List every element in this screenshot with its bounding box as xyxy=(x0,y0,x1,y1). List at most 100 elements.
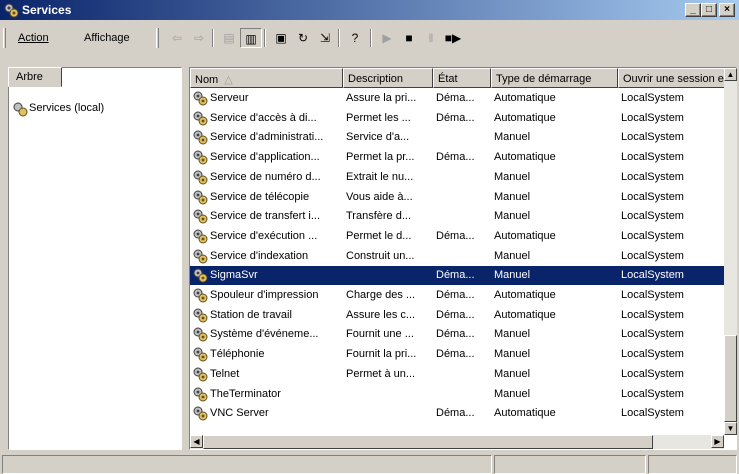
column-header-logon[interactable]: Ouvrir une session en tant que xyxy=(618,68,726,88)
cell-logon: LocalSystem xyxy=(621,407,684,420)
cell-logon: LocalSystem xyxy=(621,170,684,183)
table-row[interactable]: Service d'accès à di... Permet les ... Dém… xyxy=(190,109,726,128)
table-row[interactable]: TheTerminator Manuel LocalSystem xyxy=(190,385,726,404)
cell-desc: Assure la pri... xyxy=(346,92,417,104)
help-icon[interactable]: ? xyxy=(344,28,366,48)
cell-startup: Manuel xyxy=(494,249,531,262)
scroll-left-button[interactable]: ◀ xyxy=(190,435,203,448)
gear-icon xyxy=(13,102,28,117)
table-row[interactable]: SigmaSvr Déma... Manuel LocalSystem xyxy=(190,266,726,286)
menu-action[interactable]: Action xyxy=(18,32,49,44)
cell-startup: Automatique xyxy=(494,111,556,124)
cell-startup: Automatique xyxy=(494,407,556,420)
table-row[interactable]: Service de transfert i... Transfère d... M… xyxy=(190,207,726,226)
menu-view[interactable]: Affichage xyxy=(84,32,130,44)
gear-icon xyxy=(192,405,208,424)
column-header-startup-type[interactable]: Type de démarrage xyxy=(491,68,618,88)
table-row[interactable]: Station de travail Assure les c... Déma...… xyxy=(190,306,726,325)
gear-icon xyxy=(192,326,208,345)
cell-desc: Fournit la pri... xyxy=(346,348,417,361)
cell-desc: Extrait le nu... xyxy=(346,170,414,183)
scroll-down-button[interactable]: ▼ xyxy=(724,422,737,435)
toolbar-separator xyxy=(370,29,372,47)
table-row[interactable]: Service d'application... Permet la pr... D… xyxy=(190,148,726,167)
gear-icon xyxy=(192,267,208,286)
forward-icon[interactable]: ⇨ xyxy=(188,28,210,48)
scroll-right-button[interactable]: ▶ xyxy=(711,435,724,448)
gear-icon xyxy=(192,110,208,129)
minimize-button[interactable]: _ xyxy=(685,3,701,17)
horizontal-scrollbar[interactable]: ◀ ▶ xyxy=(190,435,724,449)
cell-state: Déma... xyxy=(436,289,475,301)
cell-name: Service d'indexation xyxy=(210,249,309,262)
table-row[interactable]: Service de télécopie Vous aide à... Manuel… xyxy=(190,188,726,207)
cell-desc: Construit un... xyxy=(346,249,415,262)
vertical-scroll-thumb[interactable] xyxy=(724,335,737,422)
table-row[interactable]: Spouleur d'impression Charge des ... Déma.… xyxy=(190,286,726,305)
refresh-icon[interactable]: ↻ xyxy=(292,28,314,48)
table-row[interactable]: Système d'événeme... Fournit une ... Déma.… xyxy=(190,325,726,344)
export-icon[interactable]: ⇲ xyxy=(314,28,336,48)
cell-desc: Charge des ... xyxy=(346,289,416,301)
cell-name: Service d'exécution ... xyxy=(210,229,318,242)
tree-pane xyxy=(8,67,182,450)
back-icon[interactable]: ⇦ xyxy=(166,28,188,48)
vertical-scrollbar[interactable]: ▲ ▼ xyxy=(724,68,737,435)
gear-icon xyxy=(192,169,208,188)
show-tree-icon[interactable]: ▥ xyxy=(240,28,262,48)
table-row[interactable]: Téléphonie Fournit la pri... Déma... Manuel… xyxy=(190,345,726,364)
cell-startup: Manuel xyxy=(494,367,531,380)
column-header-description[interactable]: Description xyxy=(343,68,433,88)
cell-logon: LocalSystem xyxy=(621,269,684,282)
maximize-button[interactable]: □ xyxy=(701,3,717,17)
table-row[interactable]: Telnet Permet à un... Manuel LocalSystem xyxy=(190,365,726,384)
cell-startup: Automatique xyxy=(494,151,556,164)
gear-icon xyxy=(192,287,208,306)
services-list[interactable]: Nom △ Description État Type de démarrage … xyxy=(189,67,737,450)
gear-icon xyxy=(192,346,208,365)
cell-state: Déma... xyxy=(436,308,475,321)
cell-name: SigmaSvr xyxy=(210,269,258,282)
toolbar-grip[interactable] xyxy=(3,28,6,48)
up-icon[interactable]: ▤ xyxy=(218,28,240,48)
cell-name: Service d'administrati... xyxy=(210,131,324,144)
restart-icon[interactable]: ■▶ xyxy=(442,28,464,48)
cell-state: Déma... xyxy=(436,407,475,420)
cell-logon: LocalSystem xyxy=(621,289,684,301)
toolbar-grip-2[interactable] xyxy=(156,28,159,48)
tree-item-label: Services (local) xyxy=(29,102,105,114)
title-bar[interactable]: Services _ □ × xyxy=(0,0,739,20)
table-row[interactable]: VNC Server Déma... Automatique LocalSystem xyxy=(190,404,726,423)
column-header-name[interactable]: Nom △ xyxy=(190,68,343,88)
table-row[interactable]: Service d'administrati... Service d'a... M… xyxy=(190,128,726,147)
cell-startup: Manuel xyxy=(494,348,531,361)
properties-icon[interactable]: ▣ xyxy=(270,28,292,48)
table-row[interactable]: Service d'exécution ... Permet le d... Dém… xyxy=(190,227,726,246)
cell-name: Service de numéro d... xyxy=(210,170,321,183)
pause-icon[interactable]: ‖ xyxy=(420,28,442,48)
cell-logon: LocalSystem xyxy=(621,92,684,104)
column-header-state[interactable]: État xyxy=(433,68,491,88)
cell-name: Spouleur d'impression xyxy=(210,289,319,301)
cell-logon: LocalSystem xyxy=(621,348,684,361)
cell-desc: Permet à un... xyxy=(346,367,416,380)
close-button[interactable]: × xyxy=(719,3,735,17)
stop-icon[interactable]: ■ xyxy=(398,28,420,48)
toolbar-separator xyxy=(338,29,340,47)
cell-name: Serveur xyxy=(210,92,249,104)
cell-logon: LocalSystem xyxy=(621,131,684,144)
tab-tree[interactable]: Arbre xyxy=(8,67,62,87)
cell-logon: LocalSystem xyxy=(621,387,684,400)
cell-name: Service de transfert i... xyxy=(210,210,321,223)
cell-startup: Automatique xyxy=(494,308,556,321)
cell-state: Déma... xyxy=(436,92,475,104)
table-row[interactable]: Serveur Assure la pri... Déma... Automatiqu… xyxy=(190,89,726,108)
table-row[interactable]: Service de numéro d... Extrait le nu... Ma… xyxy=(190,168,726,187)
play-icon[interactable]: ▶ xyxy=(376,28,398,48)
table-row[interactable]: Service d'indexation Construit un... Manue… xyxy=(190,247,726,266)
status-bar-main xyxy=(2,455,492,474)
status-bar-section-2 xyxy=(494,455,646,474)
horizontal-scroll-thumb[interactable] xyxy=(203,435,653,449)
scroll-up-button[interactable]: ▲ xyxy=(724,68,737,81)
cell-name: Système d'événeme... xyxy=(210,328,319,341)
